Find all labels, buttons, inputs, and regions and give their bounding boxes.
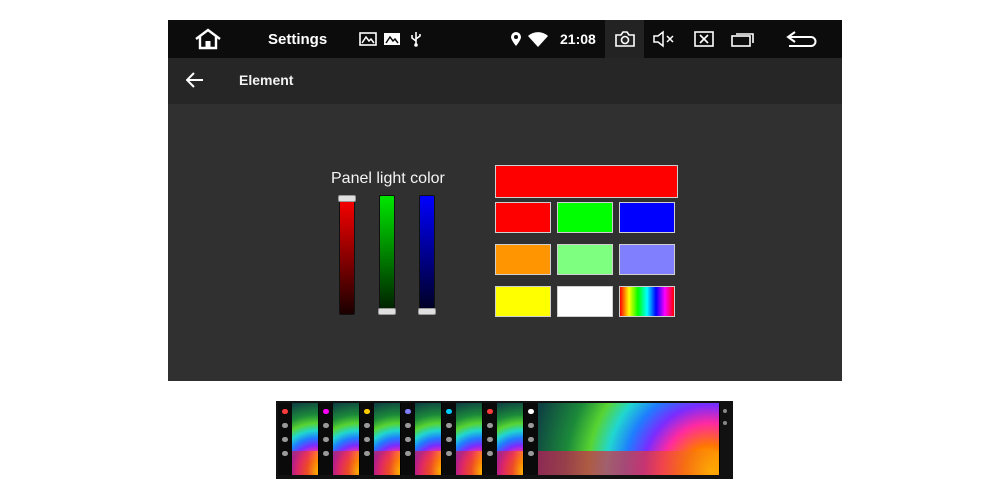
preset-light-green[interactable]: [557, 244, 613, 275]
app-name: Settings: [268, 30, 328, 48]
wifi-icon: [528, 31, 548, 47]
preset-rainbow[interactable]: [619, 286, 675, 317]
preview-unit: [483, 403, 524, 475]
preview-unit: [442, 403, 483, 475]
gallery-icon: [383, 31, 401, 47]
preview-unit: [278, 403, 319, 475]
unit-side-buttons: [722, 407, 728, 473]
preview-unit: [360, 403, 401, 475]
status-bar: Settings 21:08: [168, 20, 842, 58]
title-bar: Element: [168, 58, 842, 104]
green-slider-thumb[interactable]: [378, 308, 396, 315]
blue-slider[interactable]: [418, 195, 436, 315]
preset-green[interactable]: [557, 202, 613, 233]
page-title: Element: [239, 72, 294, 88]
green-slider[interactable]: [378, 195, 396, 315]
red-slider-thumb[interactable]: [338, 195, 356, 202]
home-icon[interactable]: [192, 26, 224, 52]
blue-slider-thumb[interactable]: [418, 308, 436, 315]
usb-icon: [409, 31, 423, 47]
close-app-icon[interactable]: [693, 31, 715, 47]
preview-unit: [401, 403, 442, 475]
preset-yellow[interactable]: [495, 286, 551, 317]
camera-icon[interactable]: [605, 20, 644, 58]
preset-blue[interactable]: [619, 202, 675, 233]
preset-light-blue[interactable]: [619, 244, 675, 275]
recents-icon[interactable]: [731, 31, 755, 47]
location-icon: [509, 31, 523, 47]
clock: 21:08: [560, 31, 596, 47]
preview-unit: [319, 403, 360, 475]
back-icon[interactable]: [785, 30, 817, 48]
panel-light-preview-strip: [276, 401, 733, 479]
preset-red[interactable]: [495, 202, 551, 233]
current-color-preview: [495, 165, 678, 198]
preset-orange[interactable]: [495, 244, 551, 275]
preview-unit-main: [524, 403, 720, 475]
arrow-back-icon[interactable]: [185, 72, 206, 90]
red-slider[interactable]: [338, 195, 356, 315]
panel-light-color-label: Panel light color: [331, 170, 445, 187]
image-icon: [359, 31, 377, 47]
mute-icon[interactable]: [653, 30, 677, 48]
preset-white[interactable]: [557, 286, 613, 317]
head-unit-screen: Settings 21:08 Element Panel light color: [168, 20, 842, 381]
